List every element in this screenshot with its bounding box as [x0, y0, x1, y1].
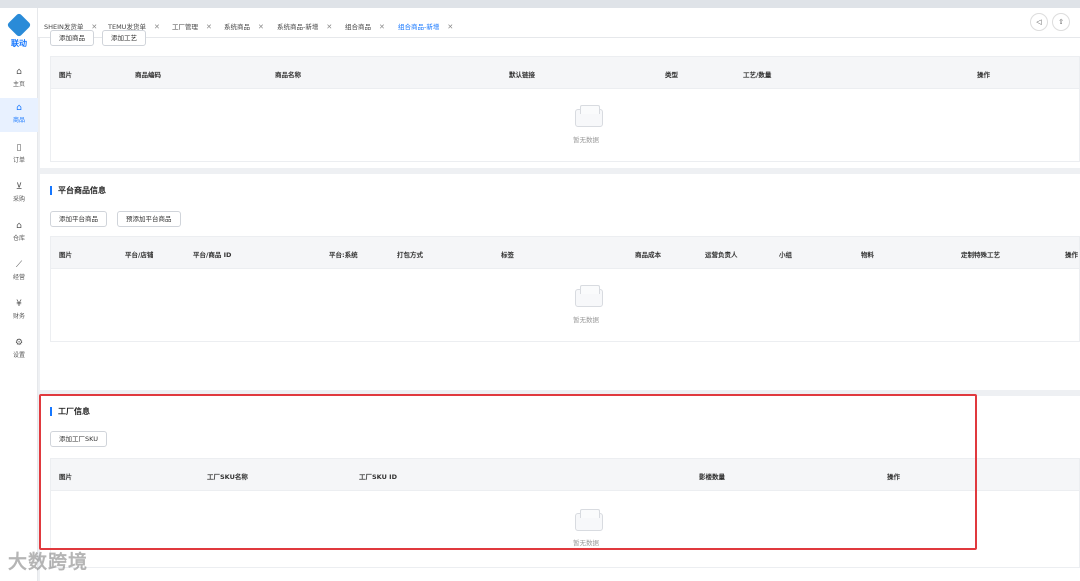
column-header: 商品成本 — [635, 251, 661, 259]
platform-products-table: 图片 平台/店铺 平台/商品 ID 平台:系统 打包方式 标签 商品成本 运营负… — [50, 236, 1080, 342]
logo-icon — [6, 12, 32, 38]
tab-label: 工厂管理 — [172, 23, 198, 31]
products-table: 图片 商品编码 商品名称 默认链接 类型 工艺/数量 操作 暂无数据 — [50, 56, 1080, 162]
column-header: 平台/商品 ID — [193, 251, 232, 259]
sidebar-item-label: 主页 — [12, 81, 25, 88]
close-icon[interactable]: ✕ — [326, 23, 332, 31]
column-header: 打包方式 — [397, 251, 423, 259]
close-icon[interactable]: ✕ — [206, 23, 212, 31]
sidebar-item-settings[interactable]: ⚙ 设置 — [0, 333, 38, 367]
tab-label: 系统商品 — [224, 23, 250, 31]
empty-box-icon — [575, 285, 603, 307]
sidebar-item-orders[interactable]: ▯ 订单 — [0, 138, 38, 172]
column-header: 图片 — [59, 251, 72, 259]
column-header: 小组 — [779, 251, 792, 259]
column-header: 标签 — [501, 251, 514, 259]
tab-label: 组合商品 — [345, 23, 371, 31]
sidebar-item-label: 设置 — [12, 352, 25, 359]
sidebar-item-label: 订单 — [12, 157, 25, 164]
sidebar-item-purchase[interactable]: ⊻ 采购 — [0, 177, 38, 211]
column-header: 操作 — [1065, 251, 1078, 259]
watermark-text: 大数跨境 — [8, 551, 89, 573]
home-icon: ⌂ — [16, 67, 22, 77]
sidebar-item-label: 仓库 — [12, 235, 25, 242]
column-header: 商品名称 — [275, 71, 301, 79]
logo-text: 联动 — [11, 39, 27, 48]
tab-combo-products[interactable]: 组合商品 ✕ — [345, 21, 385, 31]
close-icon[interactable]: ✕ — [447, 23, 453, 31]
empty-box-icon — [575, 105, 603, 127]
finance-icon: ¥ — [16, 299, 22, 309]
column-header: 工艺/数量 — [743, 71, 772, 79]
column-header: 平台:系统 — [329, 251, 358, 259]
column-header: 运营负责人 — [705, 251, 738, 259]
tab-bar: SHEIN发货单 ✕ TEMU发货单 ✕ 工厂管理 ✕ 系统商品 ✕ 系统商品-新增 ✕ … — [38, 8, 1080, 38]
table-header: 图片 平台/店铺 平台/商品 ID 平台:系统 打包方式 标签 商品成本 运营负… — [51, 237, 1079, 269]
table-header: 图片 商品编码 商品名称 默认链接 类型 工艺/数量 操作 — [51, 57, 1079, 89]
tab-label: 组合商品-新增 — [398, 23, 440, 31]
tab-system-products-new[interactable]: 系统商品-新增 ✕ — [277, 21, 332, 31]
close-icon[interactable]: ✕ — [258, 23, 264, 31]
column-header: 物料 — [861, 251, 874, 259]
column-header: 平台/店铺 — [125, 251, 154, 259]
close-icon[interactable]: ✕ — [379, 23, 385, 31]
shop-icon: ⌂ — [16, 103, 22, 113]
sidebar-item-finance[interactable]: ¥ 财务 — [0, 294, 38, 328]
sidebar-item-label: 财务 — [12, 313, 25, 320]
add-craft-button[interactable]: 添加工艺 — [102, 30, 146, 46]
column-header: 类型 — [665, 71, 678, 79]
empty-text: 暂无数据 — [573, 136, 599, 144]
sidebar: 联动 ⌂ 主页 ⌂ 商品 ▯ 订单 ⊻ 采购 ⌂ 仓库 ⟋ 经营 ¥ 财务 ⚙ … — [0, 8, 38, 581]
empty-text: 暂无数据 — [573, 316, 599, 324]
cart-icon: ⊻ — [15, 182, 23, 192]
sidebar-item-label: 采购 — [12, 196, 25, 203]
sidebar-item-warehouse[interactable]: ⌂ 仓库 — [0, 216, 38, 250]
sidebar-item-business[interactable]: ⟋ 经营 — [0, 255, 38, 289]
section-title: 平台商品信息 — [50, 186, 106, 195]
tab-label: 系统商品-新增 — [277, 23, 319, 31]
speaker-icon[interactable]: ◁ — [1030, 13, 1048, 31]
browser-top-strip — [0, 0, 1080, 8]
sidebar-item-label: 商品 — [12, 117, 25, 124]
column-header: 商品编码 — [135, 71, 161, 79]
highlight-box — [39, 394, 977, 550]
column-header: 定制特殊工艺 — [961, 251, 1000, 259]
tab-system-products[interactable]: 系统商品 ✕ — [224, 21, 264, 31]
tab-factory-management[interactable]: 工厂管理 ✕ — [172, 21, 212, 31]
column-header: 图片 — [59, 71, 72, 79]
add-platform-product-button[interactable]: 添加平台商品 — [50, 211, 107, 227]
sidebar-item-home[interactable]: ⌂ 主页 — [0, 62, 38, 96]
order-icon: ▯ — [16, 143, 22, 153]
pre-add-platform-product-button[interactable]: 预添加平台商品 — [117, 211, 181, 227]
warehouse-icon: ⌂ — [16, 221, 22, 231]
sidebar-item-label: 经营 — [12, 274, 25, 281]
chart-icon: ⟋ — [15, 260, 23, 270]
sidebar-item-products[interactable]: ⌂ 商品 — [0, 98, 38, 132]
close-icon[interactable]: ✕ — [154, 23, 160, 31]
tab-combo-products-new[interactable]: 组合商品-新增 ✕ — [398, 21, 453, 31]
cloud-upload-icon[interactable]: ⇧ — [1052, 13, 1070, 31]
column-header: 默认链接 — [509, 71, 535, 79]
column-header: 操作 — [977, 71, 990, 79]
gear-icon: ⚙ — [14, 338, 24, 348]
add-product-button[interactable]: 添加商品 — [50, 30, 94, 46]
